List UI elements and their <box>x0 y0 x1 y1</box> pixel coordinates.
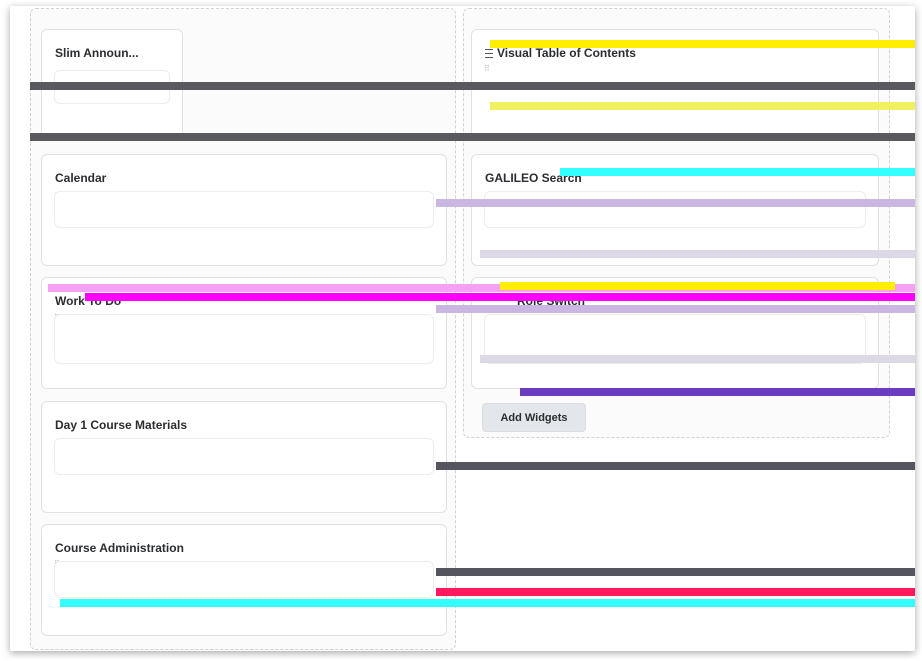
widget-title: Slim Announ... <box>55 46 139 60</box>
widget-content-area <box>54 314 434 364</box>
widget-title: Course Administration <box>55 541 184 555</box>
widget-title: Visual Table of Contents <box>485 46 636 60</box>
widget-title-label: Visual Table of Contents <box>497 46 636 60</box>
layout-column-right: Visual Table of Contents ⠿ GALILEO Searc… <box>463 8 890 438</box>
widget-calendar[interactable]: Calendar ⠿ <box>41 154 447 266</box>
render-glitch-bar <box>436 305 915 313</box>
render-glitch-bar <box>85 293 915 301</box>
render-glitch-bar <box>490 40 915 48</box>
widget-title: Day 1 Course Materials <box>55 418 188 432</box>
widget-title: Calendar <box>55 171 107 185</box>
render-glitch-bar <box>490 102 915 110</box>
render-glitch-bar <box>480 355 915 363</box>
render-glitch-bar <box>480 250 915 258</box>
drag-handle-icon[interactable]: ⠿ <box>484 64 490 73</box>
render-glitch-bar <box>560 168 915 176</box>
hamburger-menu-icon[interactable] <box>485 48 493 58</box>
render-glitch-bar <box>436 462 915 470</box>
render-glitch-bar <box>520 388 915 396</box>
add-widgets-button[interactable]: Add Widgets <box>482 403 586 432</box>
render-glitch-bar <box>30 133 915 141</box>
render-glitch-bar <box>60 599 915 607</box>
render-glitch-bar <box>436 588 915 596</box>
widget-day-1-course-materials[interactable]: Day 1 Course Materials ⠿ <box>41 401 447 513</box>
widget-content-area <box>484 191 866 228</box>
widget-content-area <box>54 191 434 228</box>
widget-content-area <box>54 561 434 598</box>
render-glitch-bar <box>30 82 915 90</box>
render-glitch-bar <box>436 568 915 576</box>
layout-column-left: Slim Announ... Calendar ⠿ Work To Do ⠿ D… <box>30 8 456 650</box>
widget-course-administration[interactable]: Course Administration ⠿ <box>41 524 447 636</box>
render-glitch-bar <box>500 282 895 290</box>
widget-content-area <box>54 438 434 475</box>
render-glitch-bar <box>436 199 915 207</box>
